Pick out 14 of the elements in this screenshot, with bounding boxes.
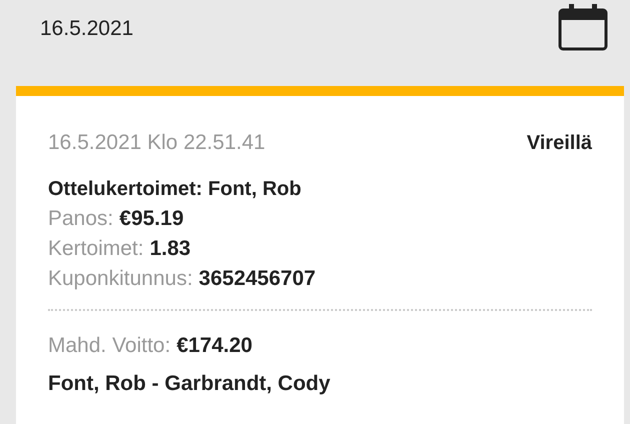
match-name: Font, Rob - Garbrandt, Cody: [48, 371, 332, 397]
date-label: 16.5.2021: [40, 17, 134, 41]
potential-win-value: €174.20: [176, 333, 252, 359]
bet-timestamp: 16.5.2021 Klo 22.51.41: [48, 131, 266, 155]
detail-label: Panos:: [48, 206, 114, 232]
calendar-icon[interactable]: [558, 3, 608, 51]
potential-win-label: Mahd. Voitto:: [48, 333, 171, 359]
detail-value: 3652456707: [198, 266, 316, 292]
detail-value: 1.83: [150, 236, 191, 262]
detail-label: Kuponkitunnus:: [48, 266, 193, 292]
detail-value: €95.19: [119, 206, 184, 232]
bet-title: Ottelukertoimet: Font, Rob: [48, 177, 302, 202]
detail-label: Kertoimet:: [48, 236, 144, 262]
bet-status: Vireillä: [526, 132, 592, 154]
